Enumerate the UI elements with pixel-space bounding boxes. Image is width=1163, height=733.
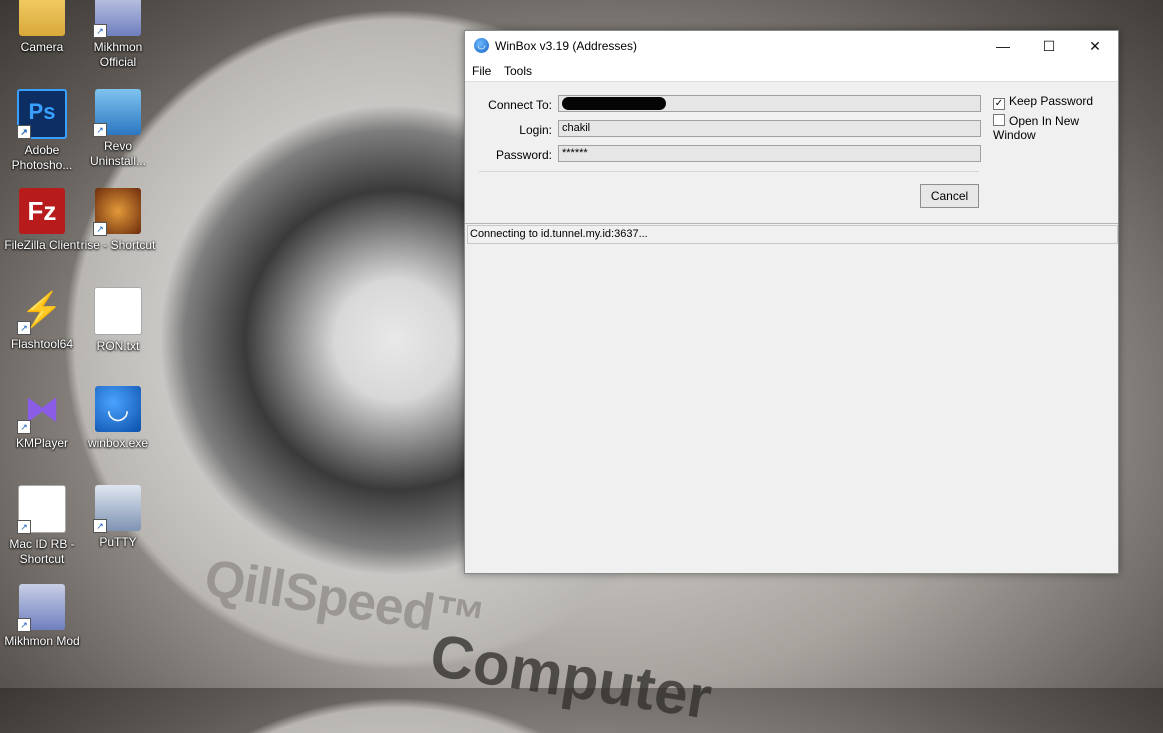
desktop-icon-flashtool[interactable]: ⚡ ↗ Flashtool64 [4, 287, 80, 352]
status-divider [465, 223, 1118, 224]
shortcut-arrow-icon: ↗ [17, 321, 31, 335]
winbox-icon: ◡ [95, 386, 141, 432]
shortcut-arrow-icon: ↗ [17, 125, 31, 139]
mikhmon-icon: ↗ [17, 584, 65, 632]
connect-to-label: Connect To: [488, 98, 552, 112]
desktop-icon-revo[interactable]: ↗ Revo Uninstall... [80, 89, 156, 169]
form-divider [479, 171, 979, 172]
desktop-icon-label: rise - Shortcut [80, 238, 156, 252]
desktop-icon-label: Mikhmon Official [93, 40, 143, 69]
photoshop-logo-glyph: Ps [28, 99, 56, 124]
desktop-icon-filezilla[interactable]: Fz FileZilla Client [4, 188, 80, 253]
menu-bar: File Tools [465, 61, 1118, 82]
password-field[interactable]: ****** [558, 145, 981, 162]
open-in-new-window-checkbox[interactable]: Open In New Window [993, 114, 1118, 142]
filezilla-icon: Fz [19, 188, 65, 234]
filezilla-logo-glyph: Fz [27, 196, 57, 226]
desktop-icon-label: Revo Uninstall... [89, 139, 147, 168]
mikhmon-icon: ↗ [93, 0, 141, 38]
desktop-icon-label: Flashtool64 [10, 337, 74, 351]
menu-file[interactable]: File [472, 64, 491, 78]
desktop-icon-putty[interactable]: ↗ PuTTY [80, 485, 156, 550]
shortcut-arrow-icon: ↗ [93, 123, 107, 137]
desktop-icon-label: winbox.exe [87, 436, 149, 450]
desktop-icon-mikhmon-official[interactable]: ↗ Mikhmon Official [80, 0, 156, 70]
desktop-icon-ron-txt[interactable]: RON.txt [80, 287, 156, 354]
kmplayer-icon: ⧓ ↗ [17, 386, 65, 434]
minimize-button[interactable]: — [980, 31, 1026, 61]
desktop-icon-mac-id-rb[interactable]: ↗ Mac ID RB - Shortcut [4, 485, 80, 567]
close-button[interactable]: ✕ [1072, 31, 1118, 61]
desktop-icon-label: PuTTY [99, 535, 137, 549]
window-title: WinBox v3.19 (Addresses) [495, 39, 638, 53]
winbox-icon: ◡ [474, 38, 489, 53]
text-file-icon [94, 287, 142, 335]
open-in-new-window-label: Open In New Window [993, 114, 1080, 142]
desktop-icon-label: Adobe Photosho... [11, 143, 73, 172]
lightning-icon: ⚡ ↗ [17, 287, 65, 335]
shortcut-arrow-icon: ↗ [17, 618, 31, 632]
desktop-icon-photoshop[interactable]: Ps ↗ Adobe Photosho... [4, 89, 80, 173]
maximize-button[interactable]: ☐ [1026, 31, 1072, 61]
desktop-icon-label: Mac ID RB - Shortcut [9, 537, 75, 566]
desktop-icon-winbox[interactable]: ◡ winbox.exe [80, 386, 156, 451]
login-field[interactable]: chakil [558, 120, 981, 137]
keep-password-checkbox[interactable]: ✓ Keep Password [993, 94, 1093, 110]
desktop-icon-label: FileZilla Client [4, 238, 80, 252]
wallpaper-logo-text: QillSpeed™ Computer [201, 548, 716, 732]
revo-icon: ↗ [93, 89, 141, 137]
status-bar: Connecting to id.tunnel.my.id:3637... [467, 225, 1118, 244]
shortcut-arrow-icon: ↗ [93, 519, 107, 533]
checkbox-unchecked-icon [993, 114, 1005, 126]
desktop-icon-label: KMPlayer [15, 436, 68, 450]
title-bar[interactable]: ◡ WinBox v3.19 (Addresses) — ☐ ✕ [465, 31, 1118, 61]
desktop-icon-label: Mikhmon Mod [4, 634, 80, 648]
desktop-icon-kmplayer[interactable]: ⧓ ↗ KMPlayer [4, 386, 80, 451]
shortcut-arrow-icon: ↗ [93, 24, 107, 38]
desktop-icon-mikhmon-mod[interactable]: ↗ Mikhmon Mod [4, 584, 80, 649]
rise-icon: ↗ [93, 188, 141, 236]
shortcut-arrow-icon: ↗ [17, 520, 31, 534]
putty-icon: ↗ [93, 485, 141, 533]
password-label: Password: [495, 148, 552, 162]
menu-tools[interactable]: Tools [504, 64, 532, 78]
desktop-icon-camera[interactable]: Camera [4, 0, 80, 55]
shortcut-arrow-icon: ↗ [93, 222, 107, 236]
cancel-button[interactable]: Cancel [920, 184, 979, 208]
text-file-icon: ↗ [17, 485, 66, 534]
keep-password-label: Keep Password [1009, 94, 1094, 108]
redaction-mark [562, 97, 666, 110]
winbox-window: ◡ WinBox v3.19 (Addresses) — ☐ ✕ File To… [464, 30, 1119, 574]
photoshop-icon: Ps ↗ [17, 89, 67, 139]
desktop-icon-rise[interactable]: ↗ rise - Shortcut [80, 188, 156, 253]
shortcut-arrow-icon: ↗ [17, 420, 31, 434]
login-label: Login: [519, 123, 552, 137]
connect-to-field[interactable] [558, 95, 981, 112]
desktop-icon-label: Camera [20, 40, 64, 54]
wallpaper-word: Computer [425, 621, 717, 732]
desktop-icon-label: RON.txt [96, 339, 140, 353]
folder-icon [19, 0, 65, 36]
checkbox-checked-icon: ✓ [993, 98, 1005, 110]
